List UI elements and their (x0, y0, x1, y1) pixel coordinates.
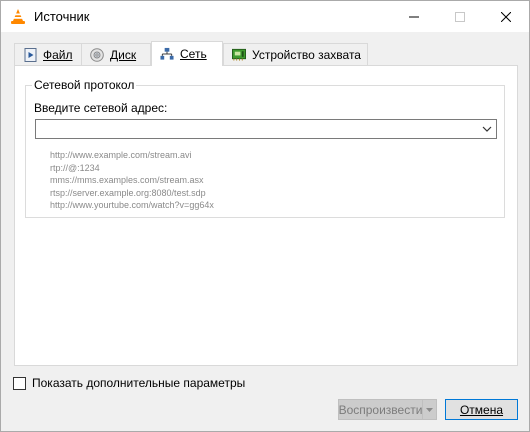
title-bar[interactable]: Источник (1, 1, 529, 32)
network-address-combobox[interactable] (35, 119, 497, 139)
tab-network[interactable]: Сеть (151, 41, 223, 66)
network-address-input[interactable] (38, 121, 468, 137)
network-icon (160, 47, 174, 61)
example-line: rtp://@:1234 (50, 162, 100, 173)
tab-file[interactable]: Файл (14, 43, 82, 65)
window-title: Источник (34, 9, 90, 24)
network-protocol-group: Сетевой протокол Введите сетевой адрес: … (25, 78, 505, 218)
tab-capture-device[interactable]: Устройство захвата (223, 43, 368, 65)
network-panel: Сетевой протокол Введите сетевой адрес: … (14, 65, 518, 366)
caret-down-icon (426, 407, 433, 412)
tab-file-label: Файл (43, 47, 73, 62)
file-play-icon (23, 47, 37, 62)
example-line: http://www.example.com/stream.avi (50, 150, 192, 160)
advanced-options-checkbox[interactable] (13, 377, 26, 390)
minimize-icon (409, 16, 419, 17)
maximize-icon (455, 11, 465, 22)
tab-disc-label: Диск (110, 47, 137, 62)
cancel-button-label: Отмена (459, 402, 504, 417)
example-line: rtsp://server.example.org:8080/test.sdp (50, 187, 206, 198)
tab-network-label: Сеть (180, 47, 207, 61)
close-button[interactable] (483, 1, 529, 32)
maximize-button[interactable] (437, 1, 483, 32)
capture-card-icon (232, 48, 246, 62)
vlc-cone-icon (11, 9, 25, 24)
advanced-options-label[interactable]: Показать дополнительные параметры (32, 376, 245, 390)
tab-disc[interactable]: Диск (81, 43, 151, 65)
address-label: Введите сетевой адрес: (34, 101, 168, 115)
example-line: http://www.yourtube.com/watch?v=gg64x (50, 200, 214, 210)
play-dropdown-button[interactable] (422, 399, 437, 420)
tab-capture-device-label: Устройство захвата (252, 47, 361, 62)
chevron-down-icon[interactable] (481, 123, 493, 135)
minimize-button[interactable] (391, 1, 437, 32)
open-media-dialog: Источник Файл Диск Сеть Устройство захва… (0, 0, 530, 432)
example-line: mms://mms.examples.com/stream.asx (50, 175, 204, 185)
close-icon (501, 11, 511, 22)
address-examples: http://www.example.com/stream.avi rtp://… (50, 149, 214, 212)
play-button[interactable]: Воспроизвести (338, 399, 423, 420)
disc-icon (90, 47, 104, 62)
play-button-label: Воспроизвести (338, 402, 423, 417)
group-title: Сетевой протокол (32, 78, 137, 92)
cancel-button[interactable]: Отмена (445, 399, 518, 420)
